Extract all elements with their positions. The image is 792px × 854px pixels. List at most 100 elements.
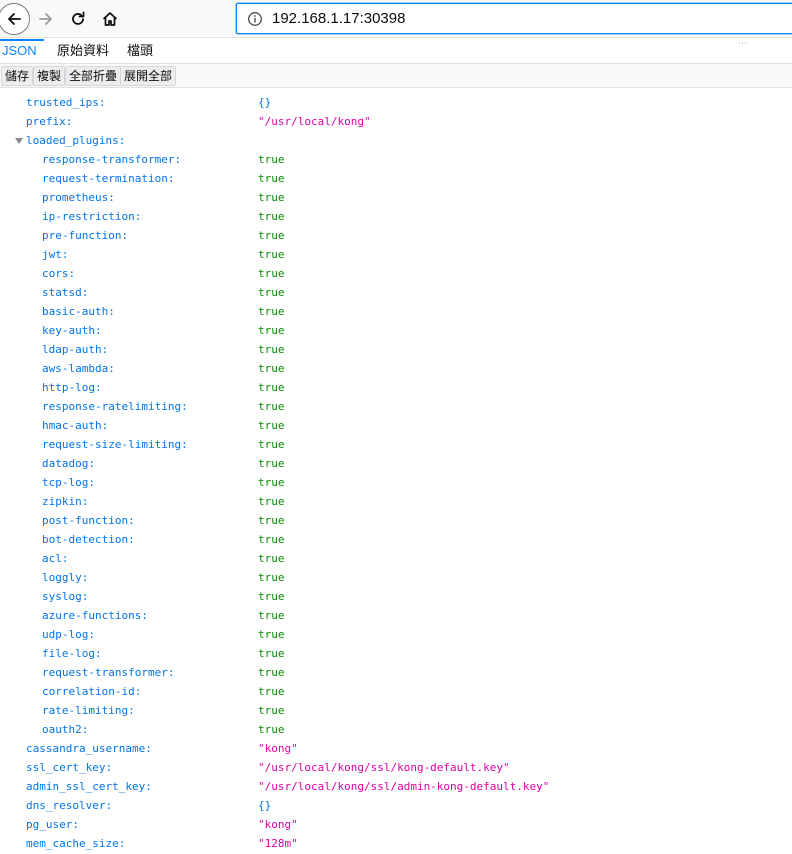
tree-row[interactable]: ssl_cert_key: "/usr/local/kong/ssl/kong-d… — [0, 758, 792, 777]
tree-row[interactable]: post-function: true — [0, 511, 792, 530]
tree-row[interactable]: loggly: true — [0, 568, 792, 587]
tree-value: true — [258, 362, 285, 375]
tree-key: basic-auth: — [42, 305, 115, 318]
tree-row[interactable]: mem_cache_size: "128m" — [0, 834, 792, 853]
tree-row[interactable]: oauth2: true — [0, 720, 792, 739]
tree-row[interactable]: tcp-log: true — [0, 473, 792, 492]
tree-key: cassandra_username: — [26, 742, 152, 755]
tree-row[interactable]: pg_user: "kong" — [0, 815, 792, 834]
tree-value: true — [258, 267, 285, 280]
tree-key: key-auth: — [42, 324, 102, 337]
json-tree: trusted_ips: {} prefix: "/usr/local/kong" lo… — [0, 89, 792, 854]
tree-row[interactable]: basic-auth: true — [0, 302, 792, 321]
tree-row[interactable]: file-log: true — [0, 644, 792, 663]
tab-json[interactable]: JSON — [0, 39, 44, 64]
save-button[interactable]: 儲存 — [1, 66, 34, 86]
tree-key: udp-log: — [42, 628, 95, 641]
tree-row[interactable]: prefix: "/usr/local/kong" — [0, 112, 792, 131]
tree-key: acl: — [42, 552, 69, 565]
tree-row[interactable]: request-termination: true — [0, 169, 792, 188]
tree-value: true — [258, 533, 285, 546]
tree-value: true — [258, 438, 285, 451]
forward-button[interactable] — [30, 3, 62, 35]
home-button[interactable] — [94, 3, 126, 35]
tree-row[interactable]: ip-restriction: true — [0, 207, 792, 226]
tree-row[interactable]: request-size-limiting: true — [0, 435, 792, 454]
tree-key: statsd: — [42, 286, 89, 299]
tree-row[interactable]: zipkin: true — [0, 492, 792, 511]
tree-row[interactable]: response-transformer: true — [0, 150, 792, 169]
tree-key: zipkin: — [42, 495, 89, 508]
tree-key: request-transformer: — [42, 666, 175, 679]
tree-row[interactable]: dns_resolver: {} — [0, 796, 792, 815]
tree-key: pre-function: — [42, 229, 129, 242]
tree-key: request-size-limiting: — [42, 438, 188, 451]
tree-value: true — [258, 248, 285, 261]
tree-value: "kong" — [258, 818, 298, 831]
tree-row[interactable]: response-ratelimiting: true — [0, 397, 792, 416]
url-text[interactable]: 192.168.1.17:30398 — [272, 10, 405, 27]
tree-row[interactable]: admin_ssl_cert_key: "/usr/local/kong/ssl/… — [0, 777, 792, 796]
tree-row[interactable]: pre-function: true — [0, 226, 792, 245]
tree-key: post-function: — [42, 514, 135, 527]
tree-key: cors: — [42, 267, 76, 280]
tree-row[interactable]: ldap-auth: true — [0, 340, 792, 359]
tree-key: ldap-auth: — [42, 343, 109, 356]
tree-row[interactable]: cassandra_username: "kong" — [0, 739, 792, 758]
tree-value: true — [258, 172, 285, 185]
tree-row[interactable]: request-transformer: true — [0, 663, 792, 682]
expand-all-button[interactable]: 展開全部 — [120, 66, 177, 86]
tree-value: true — [258, 305, 285, 318]
tree-row[interactable]: bot-detection: true — [0, 530, 792, 549]
tree-value: true — [258, 666, 285, 679]
tree-key: correlation-id: — [42, 685, 142, 698]
tree-key: syslog: — [42, 590, 89, 603]
tree-row[interactable]: datadog: true — [0, 454, 792, 473]
tree-key: http-log: — [42, 381, 102, 394]
tab-raw-data[interactable]: 原始資料 — [57, 39, 109, 64]
collapse-all-button[interactable]: 全部折疊 — [65, 66, 122, 86]
tree-row[interactable]: acl: true — [0, 549, 792, 568]
tree-row[interactable]: correlation-id: true — [0, 682, 792, 701]
reload-button[interactable] — [62, 3, 94, 35]
tree-row[interactable]: hmac-auth: true — [0, 416, 792, 435]
tree-key: mem_cache_size: — [26, 837, 126, 850]
tree-row[interactable]: prometheus: true — [0, 188, 792, 207]
tree-row[interactable]: udp-log: true — [0, 625, 792, 644]
forward-arrow-icon — [39, 13, 52, 25]
address-bar[interactable]: 192.168.1.17:30398 — [236, 3, 792, 34]
tree-row[interactable]: statsd: true — [0, 283, 792, 302]
copy-button[interactable]: 複製 — [33, 66, 66, 86]
tree-row[interactable]: jwt: true — [0, 245, 792, 264]
tree-value: true — [258, 153, 285, 166]
tab-headers[interactable]: 檔頭 — [127, 39, 153, 64]
tree-row[interactable]: cors: true — [0, 264, 792, 283]
json-toolbar: 儲存 複製 全部折疊 展開全部 — [0, 64, 792, 88]
tree-row[interactable]: trusted_ips: {} — [0, 93, 792, 112]
tree-value: true — [258, 476, 285, 489]
back-button[interactable] — [0, 3, 30, 35]
tree-key: bot-detection: — [42, 533, 135, 546]
tree-value: true — [258, 495, 285, 508]
expand-toggle-icon[interactable] — [15, 138, 23, 144]
splitter-grip-icon[interactable]: ⋯ — [738, 39, 748, 49]
tree-value: "/usr/local/kong/ssl/admin-kong-default.… — [258, 780, 550, 793]
tree-key: aws-lambda: — [42, 362, 115, 375]
tree-row[interactable]: http-log: true — [0, 378, 792, 397]
tree-value: true — [258, 400, 285, 413]
tree-row[interactable]: aws-lambda: true — [0, 359, 792, 378]
tree-value: true — [258, 381, 285, 394]
tree-key: admin_ssl_cert_key: — [26, 780, 152, 793]
tree-value: true — [258, 286, 285, 299]
tree-value: "/usr/local/kong/ssl/kong-default.key" — [258, 761, 510, 774]
tree-value: true — [258, 343, 285, 356]
tree-row[interactable]: key-auth: true — [0, 321, 792, 340]
tree-row[interactable]: syslog: true — [0, 587, 792, 606]
tree-value: true — [258, 571, 285, 584]
tree-value: true — [258, 552, 285, 565]
tree-row[interactable]: azure-functions: true — [0, 606, 792, 625]
tree-row[interactable]: loaded_plugins: — [0, 131, 792, 150]
browser-toolbar: 192.168.1.17:30398 — [0, 0, 792, 38]
info-icon[interactable] — [247, 11, 263, 27]
tree-row[interactable]: rate-limiting: true — [0, 701, 792, 720]
